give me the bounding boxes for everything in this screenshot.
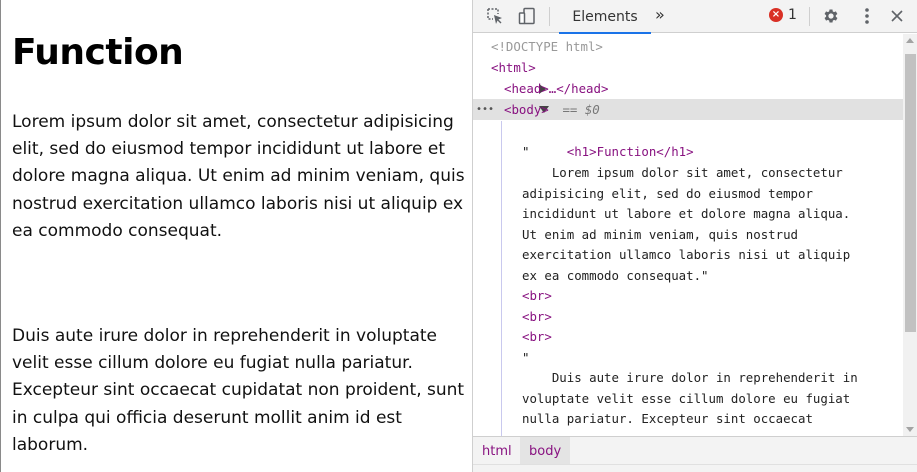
text-node-2-line[interactable]: voluptate velit esse cillum dolore eu fu… — [522, 389, 850, 410]
page-heading: Function — [12, 32, 184, 73]
doctype-node[interactable]: <!DOCTYPE html> — [491, 37, 603, 58]
device-toolbar-icon[interactable] — [515, 4, 539, 28]
inspect-element-icon[interactable] — [483, 4, 507, 28]
text-node-2-line[interactable]: Duis aute irure dolor in reprehenderit i… — [522, 368, 858, 389]
html-node[interactable]: <html> — [491, 58, 536, 79]
page-paragraph-2: Duis aute irure dolor in reprehenderit i… — [12, 326, 465, 455]
dom-tree-scrollbar[interactable] — [903, 34, 917, 436]
scroll-down-arrow-icon[interactable] — [906, 427, 914, 432]
text-node-1-line[interactable]: incididunt ut labore et dolore magna ali… — [522, 204, 850, 225]
breadcrumb-item-body[interactable]: body — [520, 437, 571, 465]
gear-icon[interactable] — [819, 4, 843, 28]
text-node-2-line[interactable]: nulla pariatur. Excepteur sint occaecat — [522, 409, 813, 430]
br-node[interactable]: <br> — [522, 286, 552, 307]
text-node-1-line[interactable]: Ut enim ad minim veniam, quis nostrud — [522, 225, 798, 246]
close-icon[interactable] — [885, 4, 909, 28]
h1-node-markup: <h1>Function</h1> — [566, 143, 694, 159]
dom-tree[interactable]: <!DOCTYPE html> <html> <head>…</head> ••… — [473, 34, 903, 436]
text-node-1-line[interactable]: Lorem ipsum dolor sit amet, consectetur — [522, 163, 843, 184]
page-viewport: Function Lorem ipsum dolor sit amet, con… — [0, 0, 472, 472]
node-actions-dots-icon[interactable]: ••• — [476, 100, 494, 121]
indent-guide — [501, 121, 502, 436]
text-node-1-line[interactable]: ex ea commodo consequat." — [522, 266, 709, 287]
scrollbar-thumb[interactable] — [905, 54, 916, 332]
kebab-menu-icon[interactable] — [855, 4, 879, 28]
tab-elements[interactable]: Elements — [559, 0, 651, 34]
text-node-1-line[interactable]: adipisicing elit, sed do eiusmod tempor — [522, 184, 813, 205]
toolbar-separator — [549, 7, 550, 26]
toolbar-separator — [809, 7, 810, 26]
text-node-quote[interactable]: " — [522, 142, 529, 163]
breadcrumb-item-html[interactable]: html — [473, 437, 521, 465]
page-paragraph-1: Lorem ipsum dolor sit amet, consectetur … — [12, 112, 465, 241]
breadcrumb: html body — [473, 436, 917, 465]
error-icon: × — [769, 8, 783, 22]
selected-node-marker: == $0 — [555, 102, 600, 117]
error-count: 1 — [788, 7, 797, 23]
body-node[interactable]: <body> — [504, 100, 549, 121]
more-tabs-chevron-icon[interactable]: » — [655, 5, 665, 24]
error-counter[interactable]: × 1 — [769, 7, 797, 23]
br-node[interactable]: <br> — [522, 327, 552, 348]
devtools-panel: Elements » × 1 <!DOCTYPE html> <html> <h… — [472, 0, 917, 472]
head-node[interactable]: <head>…</head> — [504, 79, 608, 100]
drawer-edge — [473, 464, 917, 472]
br-node[interactable]: <br> — [522, 307, 552, 328]
devtools-toolbar: Elements » × 1 — [473, 0, 917, 34]
text-node-1-line[interactable]: exercitation ullamco laboris nisi ut ali… — [522, 245, 850, 266]
text-node-quote[interactable]: " — [522, 348, 529, 369]
scroll-up-arrow-icon[interactable] — [906, 38, 914, 43]
